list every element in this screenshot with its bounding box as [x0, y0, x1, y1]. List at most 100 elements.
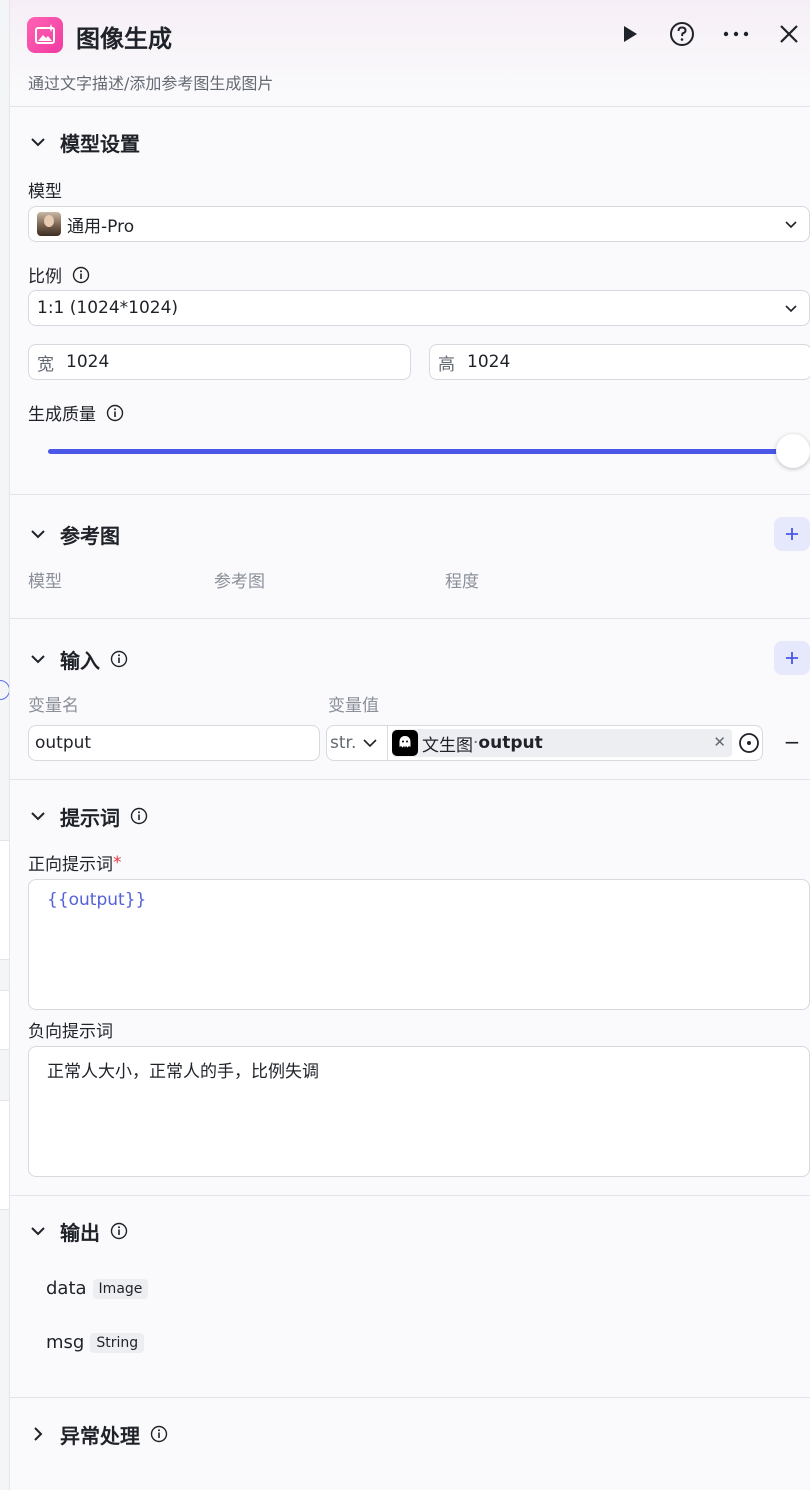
section-title: 模型设置	[60, 131, 140, 156]
output-header[interactable]: 输出	[28, 1217, 128, 1245]
info-icon[interactable]	[72, 266, 90, 284]
canvas-node-edge	[0, 990, 9, 1050]
output-type-tag: String	[90, 1332, 145, 1353]
ghost-app-icon	[392, 730, 418, 756]
output-field-row: data Image	[46, 1278, 149, 1299]
help-icon	[670, 22, 694, 46]
remove-reference-icon[interactable]: ✕	[713, 733, 726, 751]
model-settings-section: 模型设置 模型 通用-Pro 比例 1:1 (1024*1024) 宽 1024	[10, 107, 810, 495]
more-button[interactable]	[722, 20, 750, 48]
model-settings-header[interactable]: 模型设置	[28, 128, 140, 156]
chevron-down-icon	[28, 806, 48, 826]
model-avatar	[37, 212, 61, 236]
reference-image-section: 参考图 模型 参考图 程度	[10, 495, 810, 619]
variable-type-select[interactable]: str.	[327, 726, 388, 760]
section-title: 输出	[60, 1220, 100, 1245]
ref-field: output	[478, 733, 543, 753]
plus-icon	[786, 528, 798, 540]
input-section: 输入 变量名 变量值 output str. 文生图 · output ✕ −	[10, 619, 810, 780]
input-header[interactable]: 输入	[28, 645, 128, 673]
negative-prompt-value: 正常人大小，正常人的手，比例失调	[47, 1062, 319, 1082]
width-input[interactable]: 宽 1024	[28, 344, 411, 380]
height-prefix: 高	[438, 354, 455, 375]
play-icon	[624, 26, 637, 42]
quality-slider-thumb[interactable]	[776, 434, 810, 468]
negative-prompt-textarea[interactable]: 正常人大小，正常人的手，比例失调	[28, 1046, 810, 1177]
panel-subtitle: 通过文字描述/添加参考图生成图片	[28, 74, 274, 93]
workflow-canvas-edge	[0, 0, 9, 1490]
close-button[interactable]	[775, 20, 803, 48]
output-field-name: msg	[46, 1332, 85, 1353]
negative-prompt-label: 负向提示词	[28, 1022, 113, 1042]
col-variable-value: 变量值	[328, 696, 379, 716]
height-input[interactable]: 高 1024	[429, 344, 810, 380]
prompt-header[interactable]: 提示词	[28, 802, 148, 830]
chevron-down-icon	[28, 1221, 48, 1241]
info-icon[interactable]	[106, 404, 124, 422]
add-reference-button[interactable]	[774, 517, 810, 551]
section-title: 输入	[60, 648, 100, 673]
connector-curve	[0, 680, 9, 700]
help-button[interactable]	[668, 20, 696, 48]
run-button[interactable]	[615, 20, 643, 48]
col-model: 模型	[28, 572, 62, 592]
canvas-node-edge	[0, 1100, 9, 1210]
positive-prompt-textarea[interactable]: {{output}}	[28, 879, 810, 1010]
image-generation-icon	[27, 17, 63, 53]
positive-prompt-label-row: 正向提示词 *	[28, 850, 122, 876]
col-reference-image: 参考图	[214, 572, 265, 592]
exception-header[interactable]: 异常处理	[28, 1420, 168, 1448]
quality-label-row: 生成质量	[28, 400, 124, 425]
width-prefix: 宽	[37, 354, 54, 375]
positive-prompt-value: {{output}}	[47, 890, 147, 910]
positive-prompt-label: 正向提示词	[28, 855, 113, 875]
width-value: 1024	[66, 352, 110, 372]
close-icon	[780, 25, 798, 43]
variable-reference-chip[interactable]: 文生图 · output ✕	[392, 729, 732, 757]
model-select[interactable]: 通用-Pro	[28, 206, 810, 242]
required-mark: *	[113, 852, 122, 873]
info-icon[interactable]	[130, 807, 148, 825]
chevron-down-icon	[28, 649, 48, 669]
info-icon[interactable]	[150, 1425, 168, 1443]
ratio-label-row: 比例	[28, 262, 90, 287]
variable-name-input[interactable]: output	[28, 725, 320, 761]
quality-slider-track[interactable]	[48, 449, 796, 454]
canvas-node-edge	[0, 840, 9, 960]
output-type-tag: Image	[92, 1278, 149, 1299]
ratio-select[interactable]: 1:1 (1024*1024)	[28, 290, 810, 326]
output-field-name: data	[46, 1278, 87, 1299]
chevron-down-icon	[28, 524, 48, 544]
col-degree: 程度	[445, 572, 479, 592]
chevron-down-icon	[783, 300, 799, 321]
chevron-down-icon	[28, 132, 48, 152]
height-value: 1024	[467, 352, 511, 372]
info-icon[interactable]	[110, 650, 128, 668]
variable-type-value: str.	[330, 733, 357, 753]
col-variable-name: 变量名	[28, 696, 79, 716]
prompt-section: 提示词 正向提示词 * {{output}} 负向提示词 正常人大小，正常人的手…	[10, 780, 810, 1196]
ratio-label: 比例	[28, 267, 62, 287]
section-title: 参考图	[60, 523, 120, 548]
variable-name-value: output	[35, 733, 92, 753]
node-config-panel: 图像生成 通过文字描述/添加参考图生成图片 模型设置 模型 通用-Pro 比例 …	[9, 0, 810, 1490]
pick-variable-icon[interactable]	[738, 732, 760, 754]
section-title: 异常处理	[60, 1423, 140, 1448]
section-title: 提示词	[60, 805, 120, 830]
info-icon[interactable]	[110, 1222, 128, 1240]
reference-header[interactable]: 参考图	[28, 520, 120, 548]
variable-value-field: str. 文生图 · output ✕	[326, 725, 763, 761]
ref-source: 文生图	[422, 735, 473, 756]
chevron-right-icon	[28, 1424, 48, 1444]
model-label: 模型	[28, 182, 62, 202]
plus-icon	[786, 652, 798, 664]
remove-variable-button[interactable]: −	[782, 730, 802, 754]
add-input-button[interactable]	[774, 641, 810, 675]
ratio-value: 1:1 (1024*1024)	[37, 298, 179, 318]
chevron-down-icon	[783, 216, 799, 237]
panel-title: 图像生成	[76, 25, 172, 53]
chevron-down-icon	[362, 735, 378, 751]
panel-header: 图像生成 通过文字描述/添加参考图生成图片	[10, 0, 810, 107]
model-value: 通用-Pro	[67, 216, 135, 237]
more-icon	[723, 31, 749, 37]
